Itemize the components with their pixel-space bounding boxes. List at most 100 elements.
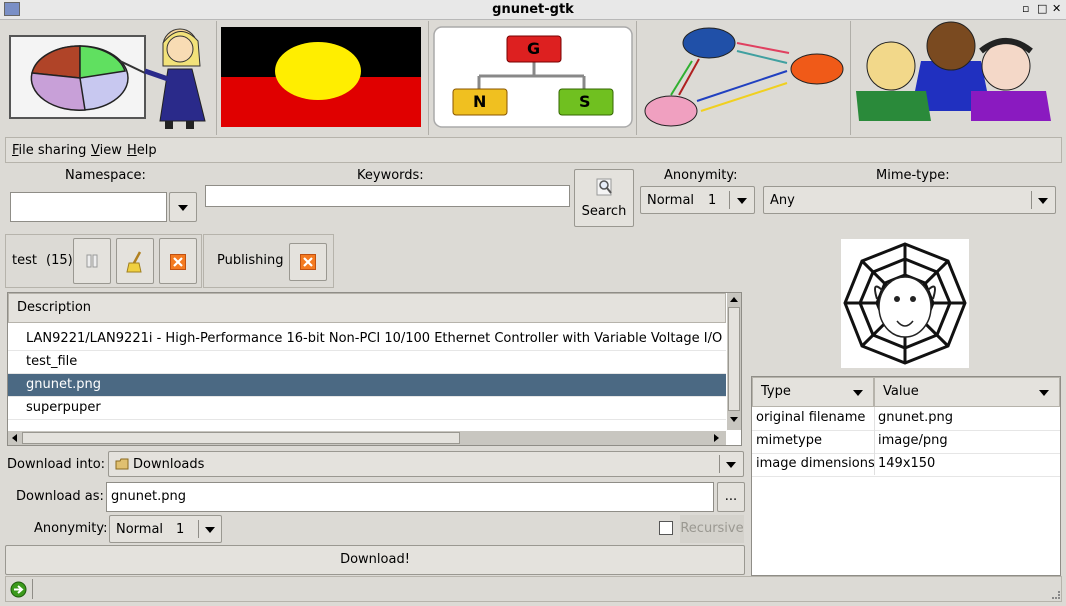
scroll-right-arrow-icon[interactable]: [714, 434, 719, 442]
mime-type-select[interactable]: Any: [763, 186, 1056, 214]
pause-icon: [86, 254, 98, 268]
recursive-label: Recursive: [680, 515, 744, 543]
download-anonymity-label: Anonymity:: [34, 521, 108, 536]
download-button[interactable]: Download!: [5, 545, 745, 575]
search-tab-count: (15): [46, 253, 73, 268]
download-into-label: Download into:: [7, 457, 106, 472]
people-group-image: [851, 21, 1066, 135]
result-row[interactable]: LAN9221/LAN9221i - High-Performance 16-b…: [8, 328, 726, 351]
preview-image: [841, 239, 969, 368]
metadata-type: mimetype: [756, 433, 822, 448]
vertical-scroll-thumb[interactable]: [728, 307, 740, 411]
window-title: gnunet-gtk: [492, 2, 574, 17]
type-column-header[interactable]: Type: [752, 377, 874, 407]
separator: [1031, 191, 1032, 209]
result-row[interactable]: gnunet.png: [8, 374, 726, 397]
chevron-down-icon: [853, 390, 863, 396]
broom-icon: [126, 251, 142, 273]
search-button[interactable]: Search: [574, 169, 634, 227]
download-anonymity-value: Normal: [116, 522, 164, 537]
publishing-tab-label: Publishing: [217, 253, 284, 268]
results-panel: Description LAN9221/LAN9221i - High-Perf…: [7, 292, 742, 446]
network-graph-image: [637, 21, 851, 135]
metadata-value: gnunet.png: [878, 410, 953, 425]
scroll-up-arrow-icon[interactable]: [730, 297, 738, 302]
menu-view[interactable]: View: [91, 143, 122, 158]
search-button-label: Search: [581, 204, 627, 219]
clear-results-button[interactable]: [116, 238, 154, 284]
chevron-down-icon: [178, 205, 188, 211]
browse-button[interactable]: ...: [717, 482, 745, 512]
results-horizontal-scrollbar[interactable]: [8, 431, 726, 445]
metadata-type: image dimensions: [756, 456, 875, 471]
chevron-down-icon: [737, 198, 747, 204]
separator: [198, 520, 199, 538]
metadata-row[interactable]: mimetype image/png: [752, 430, 1060, 454]
gns-right-label: S: [579, 92, 591, 111]
search-anonymity-select[interactable]: Normal 1: [640, 186, 755, 214]
chevron-down-icon: [726, 462, 736, 468]
gns-diagram-image: G N S: [429, 21, 637, 135]
metadata-type: original filename: [756, 410, 866, 425]
banner: G N S: [0, 21, 1066, 135]
download-folder-select[interactable]: Downloads: [108, 451, 744, 477]
results-vertical-scrollbar[interactable]: [727, 293, 741, 430]
minimize-button[interactable]: ▫: [1022, 3, 1029, 15]
scroll-down-arrow-icon[interactable]: [730, 417, 738, 422]
aboriginal-flag-image: [217, 21, 429, 135]
separator: [32, 579, 33, 599]
metadata-value: image/png: [878, 433, 948, 448]
recursive-checkbox[interactable]: [659, 521, 673, 535]
close-search-tab-button[interactable]: [159, 238, 197, 284]
close-icon: [300, 254, 316, 270]
keywords-input[interactable]: [205, 185, 570, 207]
metadata-value: 149x150: [878, 456, 936, 471]
chevron-down-icon: [1039, 390, 1049, 396]
horizontal-scroll-thumb[interactable]: [22, 432, 460, 444]
chevron-down-icon: [205, 527, 215, 533]
menu-file-sharing[interactable]: File sharing: [12, 143, 86, 158]
download-anonymity-select[interactable]: Normal 1: [109, 515, 222, 543]
download-anonymity-level: 1: [176, 522, 185, 537]
type-column-label: Type: [761, 384, 791, 399]
result-row[interactable]: [8, 420, 726, 430]
search-tab-label: test: [12, 253, 37, 268]
chevron-down-icon: [1038, 198, 1048, 204]
close-window-button[interactable]: ✕: [1052, 3, 1061, 15]
mime-type-label: Mime-type:: [876, 168, 950, 183]
resize-grip[interactable]: [1052, 591, 1060, 599]
menu-view-accel: V: [91, 143, 100, 158]
result-row[interactable]: test_file: [8, 351, 726, 374]
gns-root-label: G: [527, 39, 541, 58]
close-publishing-tab-button[interactable]: [289, 243, 327, 281]
namespace-dropdown-button[interactable]: [169, 192, 197, 222]
description-column-header[interactable]: Description: [8, 293, 726, 323]
scroll-left-arrow-icon[interactable]: [12, 434, 17, 442]
namespace-input[interactable]: [10, 192, 167, 222]
status-arrow-icon[interactable]: [10, 581, 27, 598]
metadata-row[interactable]: original filename gnunet.png: [752, 407, 1060, 431]
search-anonymity-level: 1: [708, 193, 717, 208]
menu-help-accel: H: [127, 143, 137, 158]
search-tab[interactable]: test (15): [5, 234, 202, 288]
result-row[interactable]: superpuper: [8, 397, 726, 420]
menu-help[interactable]: Help: [127, 143, 157, 158]
menu-view-label: iew: [99, 143, 122, 158]
folder-icon: [115, 458, 129, 470]
publishing-tab[interactable]: Publishing: [203, 234, 334, 288]
pie-chart-presenter-image: [0, 21, 217, 135]
maximize-button[interactable]: □: [1037, 3, 1047, 15]
column-separator: [874, 407, 875, 475]
metadata-row[interactable]: image dimensions 149x150: [752, 453, 1060, 477]
menu-bar: File sharing View Help: [5, 137, 1062, 163]
mime-type-value: Any: [770, 193, 795, 208]
pause-search-button[interactable]: [73, 238, 111, 284]
metadata-table: Type Value original filename gnunet.png …: [751, 376, 1061, 576]
value-column-header[interactable]: Value: [874, 377, 1060, 407]
gns-left-label: N: [473, 92, 487, 111]
results-list: LAN9221/LAN9221i - High-Performance 16-b…: [8, 324, 726, 430]
download-as-input[interactable]: gnunet.png: [106, 482, 714, 512]
magnifier-icon: [596, 178, 612, 196]
namespace-label: Namespace:: [65, 168, 146, 183]
search-anonymity-value: Normal: [647, 193, 695, 208]
